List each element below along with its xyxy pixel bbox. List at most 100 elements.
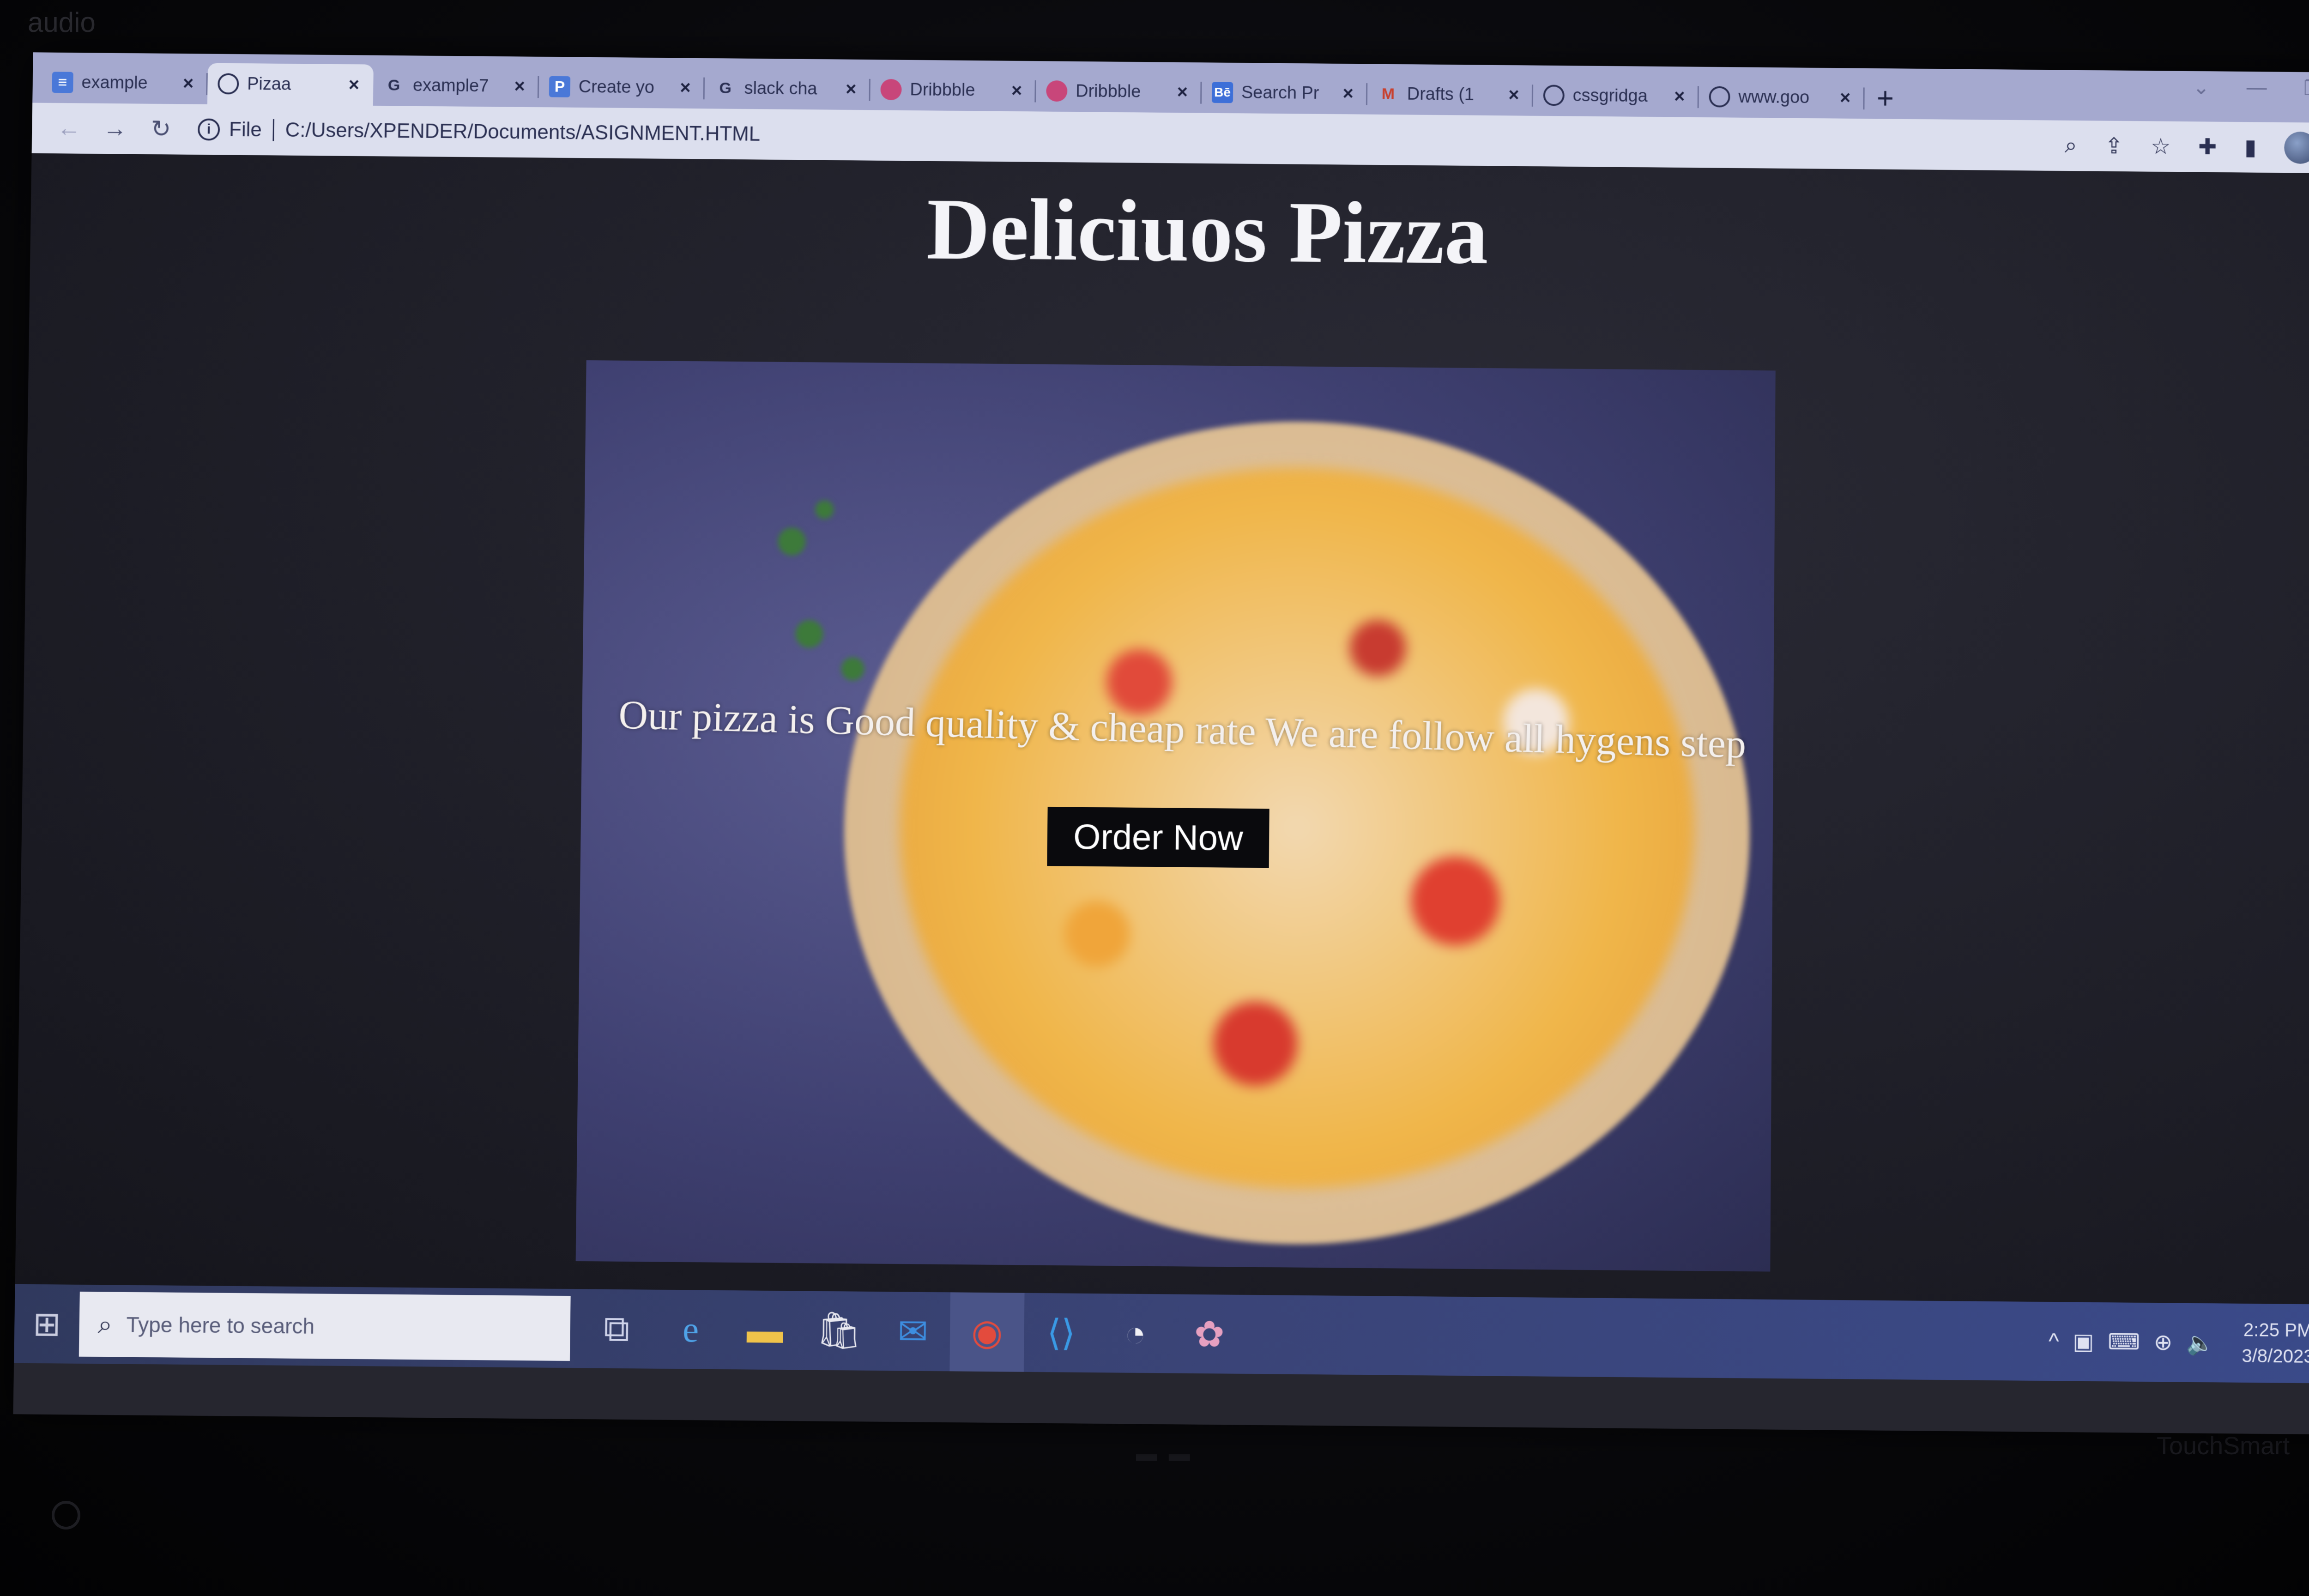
address-divider: [272, 119, 274, 141]
windows-start-icon[interactable]: ⊞: [14, 1284, 80, 1364]
maximize-icon[interactable]: ❐: [2303, 77, 2309, 100]
tab-search-icon[interactable]: ⌄: [2193, 76, 2210, 99]
google-icon: G: [719, 79, 732, 97]
close-icon[interactable]: ×: [1836, 87, 1855, 108]
tab-title: Drafts (1: [1407, 84, 1475, 104]
close-icon[interactable]: ×: [1007, 80, 1026, 101]
store-icon[interactable]: 🛍: [801, 1291, 876, 1371]
app-icon[interactable]: ◔: [1098, 1294, 1173, 1373]
reload-button[interactable]: ↻: [142, 111, 180, 148]
volume-icon[interactable]: 🔈: [2186, 1330, 2214, 1356]
search-icon: ⌕: [97, 1309, 113, 1339]
web-page: Deliciuos Pizza Our pizza is Good qualit…: [15, 153, 2309, 1305]
back-button[interactable]: ←: [50, 110, 88, 147]
bezel-brand-label: audio: [28, 7, 96, 38]
minimize-icon[interactable]: —: [2247, 76, 2267, 100]
tab[interactable]: M Drafts (1 ×: [1367, 73, 1534, 116]
side-panel-icon[interactable]: ▮: [2244, 134, 2257, 160]
tab[interactable]: P Create yo ×: [539, 66, 705, 109]
gmail-icon: M: [1381, 85, 1395, 103]
tab[interactable]: Dribbble ×: [1036, 70, 1202, 113]
taskbar-search-input[interactable]: ⌕ Type here to search: [79, 1291, 571, 1361]
bezel-logo: ▬ ▬: [1136, 1441, 1193, 1465]
edge-icon[interactable]: e: [653, 1290, 728, 1369]
file-explorer-icon[interactable]: ▬: [727, 1290, 802, 1370]
tab-title: Pizaa: [247, 74, 291, 94]
tab-title: Create yo: [578, 77, 655, 97]
close-icon[interactable]: ×: [676, 78, 695, 98]
toolbar-actions: ⌕ ⇪ ☆ ✚ ▮ ⋮: [2065, 130, 2309, 164]
tab-title: example: [81, 73, 148, 93]
close-icon[interactable]: ×: [510, 76, 529, 97]
bookmark-star-icon[interactable]: ☆: [2151, 133, 2170, 159]
herb-garnish: [795, 620, 823, 648]
tab-active[interactable]: Pizaa ×: [207, 63, 374, 106]
share-icon[interactable]: ⇪: [2104, 133, 2123, 159]
clock-date: 3/8/2023: [2242, 1346, 2309, 1367]
address-url[interactable]: C:/Users/XPENDER/Documents/ASIGNMENT.HTM…: [285, 119, 760, 146]
tab[interactable]: cssgridga ×: [1533, 74, 1699, 117]
language-globe-icon[interactable]: ⊕: [2154, 1329, 2173, 1355]
dribbble-icon: [1046, 80, 1068, 102]
globe-icon: [218, 73, 239, 95]
close-icon[interactable]: ×: [345, 74, 363, 95]
address-scheme: File: [229, 118, 262, 141]
tab-title: example7: [412, 75, 489, 96]
paint-icon[interactable]: ✿: [1172, 1294, 1247, 1374]
behance-icon: Bē: [1212, 82, 1233, 103]
pizza-toppings: [896, 464, 1697, 1192]
herb-garnish: [815, 500, 834, 519]
extensions-icon[interactable]: ✚: [2198, 134, 2217, 160]
mail-icon[interactable]: ✉: [876, 1292, 950, 1371]
p-icon: P: [549, 76, 571, 97]
page-title: Deliciuos Pizza: [926, 181, 1489, 283]
tab[interactable]: ≡ example ×: [42, 61, 208, 104]
bezel-model-label: TouchSmart: [2157, 1432, 2290, 1460]
close-icon[interactable]: ×: [1505, 85, 1523, 105]
dribbble-icon: [880, 79, 902, 101]
system-tray: ^ ▣ ⌨ ⊕ 🔈 2:25 PM 3/8/2023 ▭: [2049, 1315, 2309, 1370]
globe-icon: [1709, 86, 1730, 108]
search-placeholder: Type here to search: [126, 1312, 315, 1338]
tab-title: www.goo: [1738, 87, 1810, 107]
tab[interactable]: Bē Search Pr ×: [1202, 72, 1368, 115]
tab-title: cssgridga: [1572, 85, 1648, 106]
taskbar-clock[interactable]: 2:25 PM 3/8/2023: [2242, 1317, 2309, 1370]
order-now-button[interactable]: Order Now: [1047, 807, 1269, 868]
task-view-icon[interactable]: ⧉: [579, 1289, 654, 1368]
tab-title: Dribbble: [1076, 81, 1141, 102]
pinned-apps: ⧉ e ▬ 🛍 ✉ ◉ ⟨⟩ ◔ ✿: [579, 1289, 1247, 1374]
screen: ≡ example × Pizaa × G example7 × P Creat…: [13, 52, 2309, 1435]
new-tab-button[interactable]: +: [1864, 78, 1906, 119]
tab[interactable]: G example7 ×: [373, 65, 539, 108]
tab-divider: [1863, 87, 1865, 110]
close-icon[interactable]: ×: [179, 73, 197, 94]
tab-title: Search Pr: [1241, 83, 1319, 103]
chrome-icon[interactable]: ◉: [949, 1292, 1025, 1372]
window-controls: ⌄ — ❐ ✕: [2193, 76, 2309, 101]
clock-time: 2:25 PM: [2243, 1320, 2309, 1341]
info-icon[interactable]: i: [197, 118, 220, 141]
network-status-icon[interactable]: ▣: [2073, 1329, 2094, 1355]
herb-garnish: [778, 527, 806, 556]
keyboard-icon[interactable]: ⌨: [2108, 1329, 2140, 1355]
google-icon: G: [387, 76, 400, 94]
close-icon[interactable]: ×: [1670, 86, 1689, 107]
tab-title: Dribbble: [910, 79, 975, 100]
tab-title: slack cha: [744, 78, 817, 98]
close-icon[interactable]: ×: [842, 79, 860, 100]
tray-overflow-chevron-icon[interactable]: ^: [2049, 1329, 2059, 1354]
globe-icon: [1543, 85, 1565, 106]
profile-avatar[interactable]: [2284, 131, 2309, 164]
zoom-icon[interactable]: ⌕: [2065, 133, 2077, 159]
close-icon[interactable]: ×: [1173, 82, 1191, 103]
tab[interactable]: www.goo ×: [1699, 76, 1865, 119]
tab[interactable]: Dribbble ×: [870, 69, 1036, 112]
power-button[interactable]: [52, 1501, 80, 1530]
close-icon[interactable]: ×: [1339, 83, 1357, 104]
herb-garnish: [841, 657, 864, 681]
tab[interactable]: G slack cha ×: [704, 67, 870, 110]
doc-icon: ≡: [52, 72, 73, 93]
forward-button[interactable]: →: [96, 110, 133, 147]
vscode-icon[interactable]: ⟨⟩: [1024, 1293, 1099, 1372]
